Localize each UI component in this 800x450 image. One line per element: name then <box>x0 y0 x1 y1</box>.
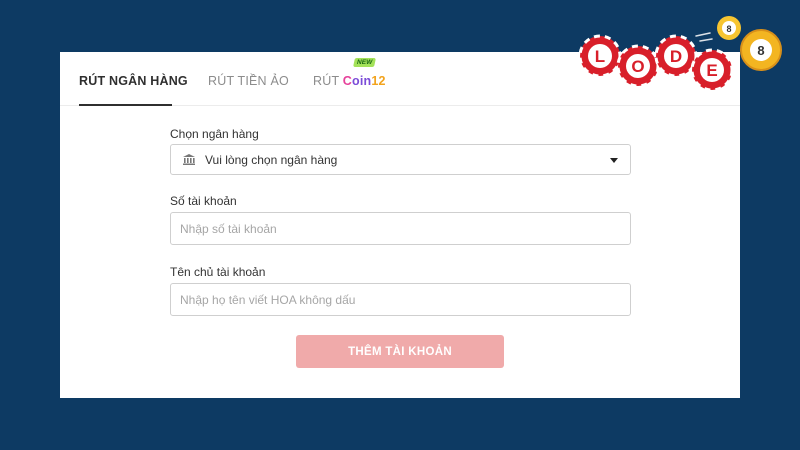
small-ball-number: 8 <box>726 24 731 34</box>
tab-virtual-withdraw[interactable]: RÚT TIỀN ẢO <box>208 74 289 88</box>
lottery-ball-large-icon: 8 <box>740 29 782 71</box>
bank-icon <box>183 154 195 165</box>
logo-letter-o: O <box>631 57 644 76</box>
lottery-ball-small-icon: 8 <box>717 16 741 40</box>
lode-chip-o: O <box>616 44 660 88</box>
logo-letter-d: D <box>670 47 682 66</box>
coin12-logo-num: 12 <box>371 74 386 88</box>
bank-select-value: Vui lòng chọn ngân hàng <box>205 153 338 167</box>
bank-select[interactable]: Vui lòng chọn ngân hàng <box>170 144 631 175</box>
lode-chip-d: D <box>654 34 698 78</box>
logo-letter-e: E <box>706 61 717 80</box>
bank-select-label: Chọn ngân hàng <box>170 127 259 141</box>
new-badge: NEW <box>353 58 377 67</box>
account-holder-input[interactable] <box>170 283 631 316</box>
account-number-input[interactable] <box>170 212 631 245</box>
caret-down-icon <box>610 158 618 163</box>
tab-coin12-withdraw[interactable]: RÚT Coin12 <box>313 74 386 88</box>
account-holder-label: Tên chủ tài khoản <box>170 265 266 279</box>
account-number-label: Số tài khoản <box>170 194 237 208</box>
large-ball-number: 8 <box>757 43 764 58</box>
add-account-button[interactable]: THÊM TÀI KHOẢN <box>296 335 504 368</box>
tab-coin-prefix: RÚT <box>313 74 340 88</box>
tab-bank-withdraw[interactable]: RÚT NGÂN HÀNG <box>79 74 188 88</box>
lode-chip-l: L <box>578 34 622 78</box>
active-tab-underline <box>79 104 172 106</box>
coin12-logo: Coin12 <box>343 74 386 88</box>
coin12-logo-c: C <box>342 74 352 88</box>
coin12-logo-oin: oin <box>352 74 372 88</box>
lode-chip-e: E <box>690 48 734 92</box>
tab-virtual-label: RÚT TIỀN ẢO <box>208 74 289 88</box>
logo-letter-l: L <box>595 47 605 66</box>
lode-logo: 8 8 L O D E <box>578 16 782 92</box>
withdraw-card: RÚT NGÂN HÀNG RÚT TIỀN ẢO RÚT Coin12 NEW… <box>60 52 740 398</box>
tab-bank-label: RÚT NGÂN HÀNG <box>79 74 188 88</box>
